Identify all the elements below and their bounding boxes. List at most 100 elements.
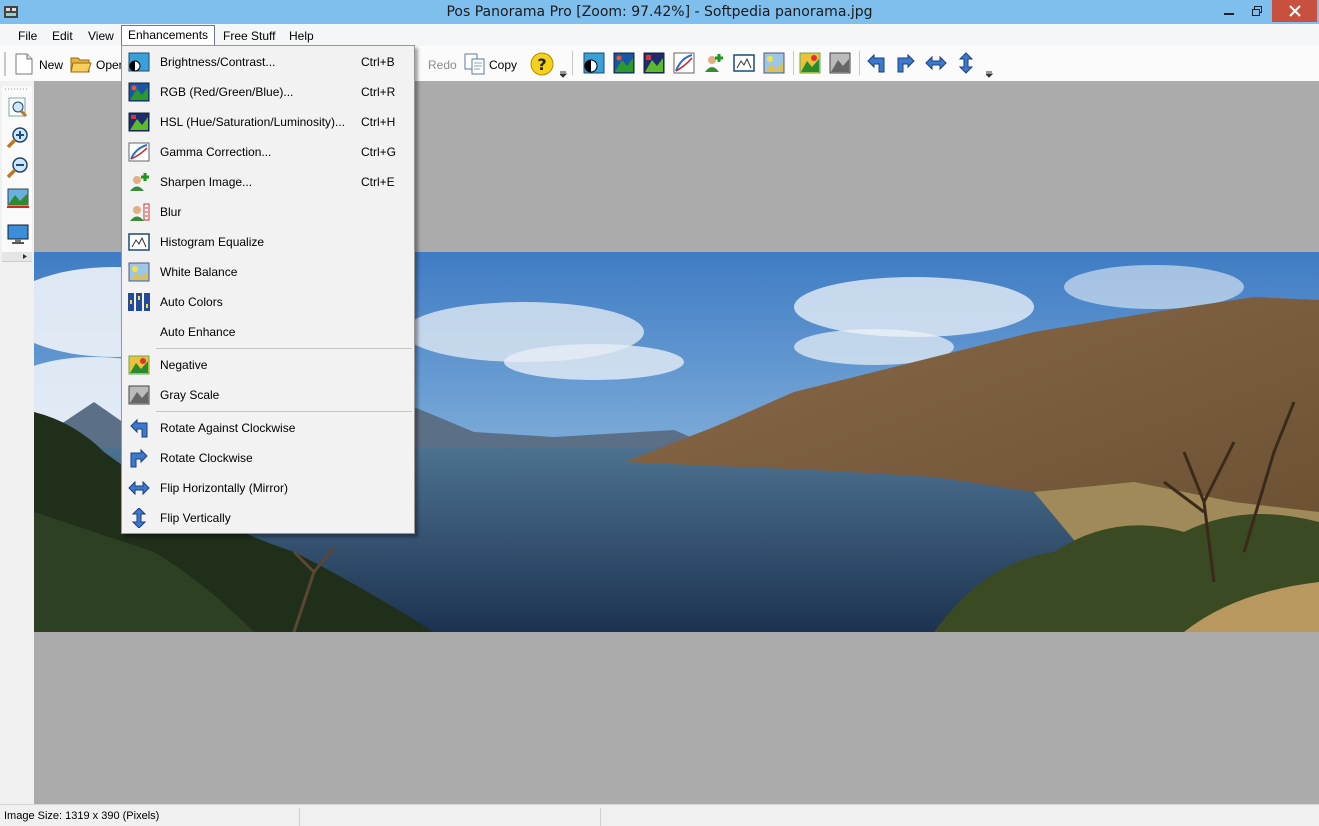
- menu-item-label: Negative: [160, 358, 208, 372]
- menu-item-negative[interactable]: Negative: [124, 350, 412, 380]
- tb-grayscale-button[interactable]: [829, 52, 853, 76]
- menu-item-auto-enhance[interactable]: Auto Enhance: [124, 317, 412, 347]
- menu-item-label: Blur: [160, 205, 182, 219]
- tb-brightness-button[interactable]: [583, 52, 607, 76]
- hsl-icon: [643, 52, 665, 74]
- flip-vertical-icon: [131, 508, 147, 528]
- menu-item-histogram-equalize[interactable]: Histogram Equalize: [124, 227, 412, 257]
- toolbar-separator: [572, 51, 573, 75]
- tb-flip-horizontal-button[interactable]: [925, 52, 949, 76]
- redo-button[interactable]: Redo: [408, 51, 458, 77]
- panel-expand-icon[interactable]: [2, 252, 32, 261]
- copy-button[interactable]: Copy: [462, 51, 522, 77]
- menu-view[interactable]: View: [82, 26, 120, 46]
- toolbar-overflow-icon[interactable]: [560, 70, 567, 78]
- help-icon: ?: [530, 52, 554, 76]
- window-title: Pos Panorama Pro [Zoom: 97.42%] - Softpe…: [446, 4, 873, 20]
- tb-gamma-button[interactable]: [673, 52, 697, 76]
- menu-item-rotate-against-clockwise[interactable]: Rotate Against Clockwise: [124, 413, 412, 443]
- minimize-button[interactable]: [1216, 0, 1242, 22]
- tb-rgb-button[interactable]: [613, 52, 637, 76]
- zoom-fit-button[interactable]: [6, 96, 30, 120]
- status-bar: Image Size: 1319 x 390 (Pixels): [0, 804, 1319, 826]
- tb-hsl-button[interactable]: [643, 52, 667, 76]
- tb-negative-button[interactable]: [799, 52, 823, 76]
- tb-rotate-ccw-button[interactable]: [865, 52, 889, 76]
- menu-item-shortcut: Ctrl+G: [361, 145, 397, 159]
- menu-item-gray-scale[interactable]: Gray Scale: [124, 380, 412, 410]
- flip-vertical-icon: [958, 52, 974, 74]
- zoom-out-icon: [6, 157, 28, 179]
- restore-button[interactable]: [1244, 0, 1270, 22]
- menu-item-label: Sharpen Image...: [160, 175, 253, 189]
- new-button[interactable]: New: [12, 51, 66, 77]
- menu-item-shortcut: Ctrl+H: [361, 115, 396, 129]
- gamma-icon: [128, 142, 150, 162]
- menu-item-label: White Balance: [160, 265, 238, 279]
- rotate-cw-icon: [897, 53, 915, 73]
- title-bar: Pos Panorama Pro [Zoom: 97.42%] - Softpe…: [0, 0, 1319, 24]
- menu-help[interactable]: Help: [283, 26, 320, 46]
- new-document-icon: [15, 53, 33, 75]
- minimize-icon: [1224, 13, 1234, 15]
- fullscreen-button[interactable]: [6, 222, 30, 246]
- open-button[interactable]: Open: [68, 51, 125, 77]
- negative-icon: [128, 355, 150, 375]
- negative-icon: [799, 52, 821, 74]
- menu-item-auto-colors[interactable]: Auto Colors: [124, 287, 412, 317]
- panel-grip: [5, 88, 29, 90]
- brightness-contrast-icon: [128, 52, 150, 72]
- menu-item-gamma-correction[interactable]: Gamma Correction... Ctrl+G: [124, 137, 412, 167]
- menu-item-brightness-contrast[interactable]: Brightness/Contrast... Ctrl+B: [124, 47, 412, 77]
- menu-free-stuff[interactable]: Free Stuff: [217, 26, 281, 46]
- menu-item-rotate-clockwise[interactable]: Rotate Clockwise: [124, 443, 412, 473]
- tb-histogram-button[interactable]: [733, 52, 757, 76]
- close-button[interactable]: [1272, 0, 1317, 22]
- menu-enhancements[interactable]: Enhancements: [121, 25, 216, 45]
- menu-item-white-balance[interactable]: White Balance: [124, 257, 412, 287]
- zoom-in-button[interactable]: [6, 126, 30, 150]
- new-label: New: [39, 58, 64, 72]
- menu-item-hsl-hue-saturation-luminosity[interactable]: HSL (Hue/Saturation/Luminosity)... Ctrl+H: [124, 107, 412, 137]
- monitor-icon: [7, 224, 29, 244]
- flip-horizontal-icon: [128, 480, 150, 496]
- restore-icon: [1252, 6, 1262, 16]
- menu-item-label: Auto Colors: [160, 295, 223, 309]
- menu-edit[interactable]: Edit: [46, 26, 79, 46]
- menu-bar: File Edit View Enhancements Free Stuff H…: [0, 24, 1319, 46]
- zoom-out-button[interactable]: [6, 156, 30, 180]
- toolbar-separator: [859, 51, 860, 75]
- svg-text:?: ?: [537, 55, 546, 74]
- menu-item-label: RGB (Red/Green/Blue)...: [160, 85, 294, 99]
- menu-separator: [156, 411, 412, 412]
- menu-item-sharpen-image[interactable]: Sharpen Image... Ctrl+E: [124, 167, 412, 197]
- actual-size-button[interactable]: [6, 186, 30, 210]
- rgb-icon: [613, 52, 635, 74]
- menu-item-label: Flip Horizontally (Mirror): [160, 481, 289, 495]
- menu-item-flip-vertically[interactable]: Flip Vertically: [124, 503, 412, 533]
- menu-item-rgb-red-green-blue[interactable]: RGB (Red/Green/Blue)... Ctrl+R: [124, 77, 412, 107]
- tb-white-balance-button[interactable]: [763, 52, 787, 76]
- help-button[interactable]: ?: [528, 51, 556, 77]
- tb-sharpen-button[interactable]: [703, 52, 727, 76]
- zoom-in-icon: [6, 127, 28, 149]
- rotate-cw-icon: [130, 448, 148, 468]
- tb-flip-vertical-button[interactable]: [955, 52, 979, 76]
- copy-icon: [464, 53, 485, 75]
- grayscale-icon: [829, 52, 851, 74]
- menu-file[interactable]: File: [12, 26, 43, 46]
- white-balance-icon: [763, 52, 785, 74]
- menu-item-shortcut: Ctrl+E: [361, 175, 395, 189]
- status-cell-empty: [300, 808, 601, 826]
- histogram-icon: [128, 233, 150, 251]
- menu-item-flip-horizontally-mirror[interactable]: Flip Horizontally (Mirror): [124, 473, 412, 503]
- menu-item-blur[interactable]: Blur: [124, 197, 412, 227]
- enhancements-dropdown: Brightness/Contrast... Ctrl+B RGB (Red/Gre…: [121, 45, 415, 534]
- white-balance-icon: [128, 262, 150, 282]
- menu-item-shortcut: Ctrl+R: [361, 85, 396, 99]
- toolbar-overflow-icon[interactable]: [986, 70, 993, 78]
- menu-item-label: Histogram Equalize: [160, 235, 265, 249]
- hsl-icon: [128, 112, 150, 132]
- tb-rotate-cw-button[interactable]: [895, 52, 919, 76]
- toolbar-separator: [793, 51, 794, 75]
